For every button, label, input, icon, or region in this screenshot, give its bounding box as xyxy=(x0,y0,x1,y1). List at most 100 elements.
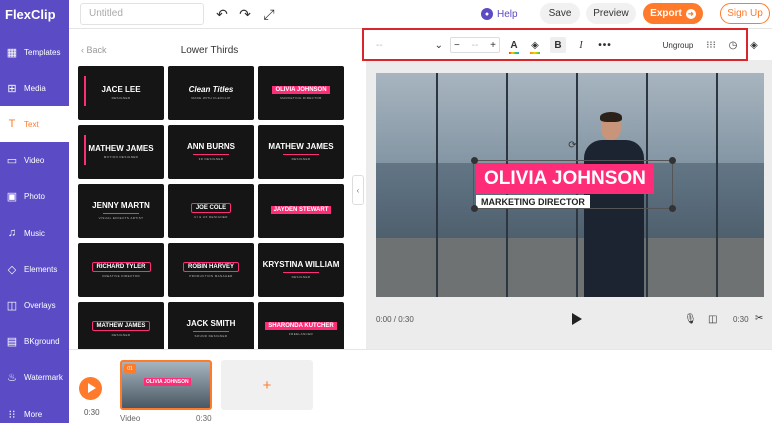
clock-icon[interactable]: ◷ xyxy=(727,38,739,52)
thumbnail-title: JAYDEN STEWART xyxy=(270,205,332,215)
ungroup-button[interactable]: Ungroup xyxy=(660,38,696,52)
templates-icon: ▦ xyxy=(6,46,18,59)
sidebar-item-more[interactable]: ⁝⁝ More xyxy=(0,396,69,432)
lower-third-thumbnail[interactable]: Clean Titles MADE WITH FLEXCLIP xyxy=(168,66,254,120)
media-icon: ⊞ xyxy=(7,82,17,95)
lower-third-thumbnail[interactable]: RICHARD TYLER CREATIVE DIRECTOR xyxy=(78,243,164,297)
sidebar-item-photo[interactable]: ▣ Photo xyxy=(0,178,69,214)
thumbnail-title: KRYSTINA WILLIAM xyxy=(262,260,340,270)
play-icon[interactable] xyxy=(569,312,583,326)
export-button[interactable]: Export ➜ xyxy=(643,3,703,24)
sidebar-item-label: Music xyxy=(24,228,45,238)
lower-third-thumbnail[interactable]: JACK SMITH SOUND DESIGNER xyxy=(168,302,254,349)
lower-third-thumbnail[interactable]: MATHEW JAMES MOTION DESIGNER xyxy=(78,125,164,179)
bold-icon[interactable]: B xyxy=(550,37,566,53)
lower-third-thumbnail[interactable]: ANN BURNS 3D DESIGNER xyxy=(168,125,254,179)
minus-icon[interactable]: − xyxy=(454,40,460,51)
chevron-down-icon: ⌄ xyxy=(434,39,443,51)
accent-line xyxy=(193,153,229,155)
sidebar-item-label: Watermark xyxy=(24,372,63,382)
logo-text: FlexClip xyxy=(5,7,56,22)
video-clip[interactable]: 01 OLIVIA JOHNSON xyxy=(120,360,212,410)
rotate-icon[interactable]: ⟳ xyxy=(567,140,578,151)
thumbnail-title: MATHEW JAMES xyxy=(88,143,154,153)
save-button[interactable]: Save xyxy=(540,3,580,24)
lower-third-thumbnail[interactable]: MATHEW JAMES DESIGNER xyxy=(78,302,164,349)
sidebar-item-label: Video xyxy=(24,155,45,165)
sidebar-item-bkground[interactable]: ▤ BKground xyxy=(0,323,69,359)
sidebar-item-templates[interactable]: ▦ Templates xyxy=(0,34,69,70)
clip-label: Video xyxy=(120,414,141,423)
sidebar-item-label: Overlays xyxy=(24,300,56,310)
fullscreen-icon[interactable]: ⤢ xyxy=(260,5,278,23)
resize-handle[interactable] xyxy=(669,157,676,164)
lower-third-thumbnail[interactable]: SHARONDA KUTCHER FREELANCER xyxy=(258,302,344,349)
accent-line xyxy=(193,330,229,332)
collapse-panel-button[interactable]: ‹ xyxy=(352,175,364,205)
italic-icon[interactable]: I xyxy=(574,38,588,52)
signup-button[interactable]: Sign Up xyxy=(720,3,770,24)
lower-third-name[interactable]: OLIVIA JOHNSON xyxy=(476,164,654,194)
sidebar-item-text[interactable]: T Text xyxy=(0,106,69,142)
grid-icon[interactable]: ⁝⁝⁝ xyxy=(705,38,717,52)
accent-bar xyxy=(84,135,86,165)
lower-third-thumbnail[interactable]: JOE COLE UI & UX DESIGNER xyxy=(168,184,254,238)
lower-third-thumbnail[interactable]: JAYDEN STEWART xyxy=(258,184,344,238)
lower-third-thumbnail[interactable]: JACE LEE DESIGNER xyxy=(78,66,164,120)
redo-icon[interactable]: ↷ xyxy=(236,5,254,23)
photo-icon: ▣ xyxy=(6,190,18,203)
resize-handle[interactable] xyxy=(471,157,478,164)
flexclip-logo[interactable]: FlexClip xyxy=(0,0,69,29)
resize-handle[interactable] xyxy=(669,205,676,212)
sidebar-item-elements[interactable]: ◇ Elements xyxy=(0,251,69,287)
lower-third-thumbnail[interactable]: KRYSTINA WILLIAM DESIGNER xyxy=(258,243,344,297)
background-icon: ▤ xyxy=(6,335,18,348)
thumbnail-subtitle: MARKETING DIRECTOR xyxy=(280,96,322,101)
plus-icon[interactable]: + xyxy=(490,40,496,51)
sidebar-item-overlays[interactable]: ◫ Overlays xyxy=(0,287,69,323)
lower-third-thumbnail[interactable]: MATHEW JAMES DESIGNER xyxy=(258,125,344,179)
clip-number: 01 xyxy=(124,364,136,373)
font-select[interactable]: -- ⌄ xyxy=(372,38,447,52)
thumbnail-subtitle: DESIGNER xyxy=(291,274,311,279)
help-button[interactable]: ● Help xyxy=(481,4,518,24)
sidebar-item-video[interactable]: ▭ Video xyxy=(0,142,69,178)
thumbnail-title: OLIVIA JOHNSON xyxy=(272,85,330,95)
lower-third-role[interactable]: MARKETING DIRECTOR xyxy=(476,195,590,208)
text-color-icon[interactable]: A xyxy=(507,38,521,54)
resize-handle[interactable] xyxy=(471,205,478,212)
timeline-time: 0:30 xyxy=(84,408,100,417)
text-icon: T xyxy=(8,118,16,130)
preview-button[interactable]: Preview xyxy=(586,3,636,24)
microphone-icon[interactable]: 🎙 xyxy=(684,314,697,325)
clip-duration: 0:30 xyxy=(196,414,212,423)
project-title-input[interactable]: Untitled xyxy=(80,3,204,25)
split-icon[interactable]: ◫ xyxy=(708,314,717,325)
scissors-icon[interactable]: ✂ xyxy=(755,313,763,324)
thumbnail-subtitle: FREELANCER xyxy=(288,332,314,337)
more-options-icon[interactable]: ••• xyxy=(598,38,612,52)
watermark-icon: ♨ xyxy=(7,371,17,384)
add-clip-button[interactable]: + xyxy=(221,360,313,410)
thumbnail-title: Clean Titles xyxy=(188,84,234,94)
export-arrow-icon: ➜ xyxy=(685,8,696,19)
sidebar-item-music[interactable]: ♫ Music xyxy=(0,215,69,251)
undo-icon[interactable]: ↶ xyxy=(213,5,231,23)
lower-third-element[interactable]: OLIVIA JOHNSON MARKETING DIRECTOR xyxy=(473,160,673,209)
sidebar-item-media[interactable]: ⊞ Media xyxy=(0,70,69,106)
timeline: 0:30 01 OLIVIA JOHNSON Video 0:30 + xyxy=(69,349,772,423)
accent-line xyxy=(283,271,319,273)
lower-third-thumbnail[interactable]: OLIVIA JOHNSON MARKETING DIRECTOR xyxy=(258,66,344,120)
timeline-play-button[interactable] xyxy=(79,377,102,400)
thumbnail-subtitle: DESIGNER xyxy=(111,96,131,101)
sidebar-item-watermark[interactable]: ♨ Watermark xyxy=(0,359,69,395)
overlays-icon: ◫ xyxy=(6,299,18,312)
fill-color-icon[interactable]: ◈ xyxy=(528,38,542,54)
lower-third-thumbnail[interactable]: JENNY MARTN VISUAL EFFECTS ARTIST xyxy=(78,184,164,238)
layers-icon[interactable]: ◈ xyxy=(748,38,760,52)
more-icon: ⁝⁝ xyxy=(8,408,16,421)
sidebar: ▦ Templates ⊞ Media T Text ▭ Video ▣ Photo ♫ Music ◇… xyxy=(0,29,69,423)
window-frame xyxy=(716,73,718,297)
lower-third-thumbnail[interactable]: ROBIN HARVEY PRODUCTION MANAGER xyxy=(168,243,254,297)
font-size-stepper[interactable]: − -- + xyxy=(450,37,500,53)
